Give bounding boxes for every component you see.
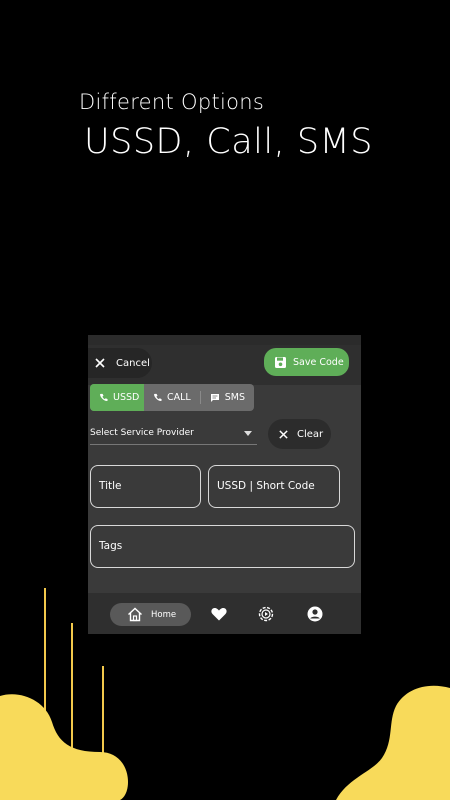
decor-blob-left [0, 694, 128, 800]
decor-blobs [0, 685, 450, 800]
decor-blob-right [336, 685, 450, 800]
